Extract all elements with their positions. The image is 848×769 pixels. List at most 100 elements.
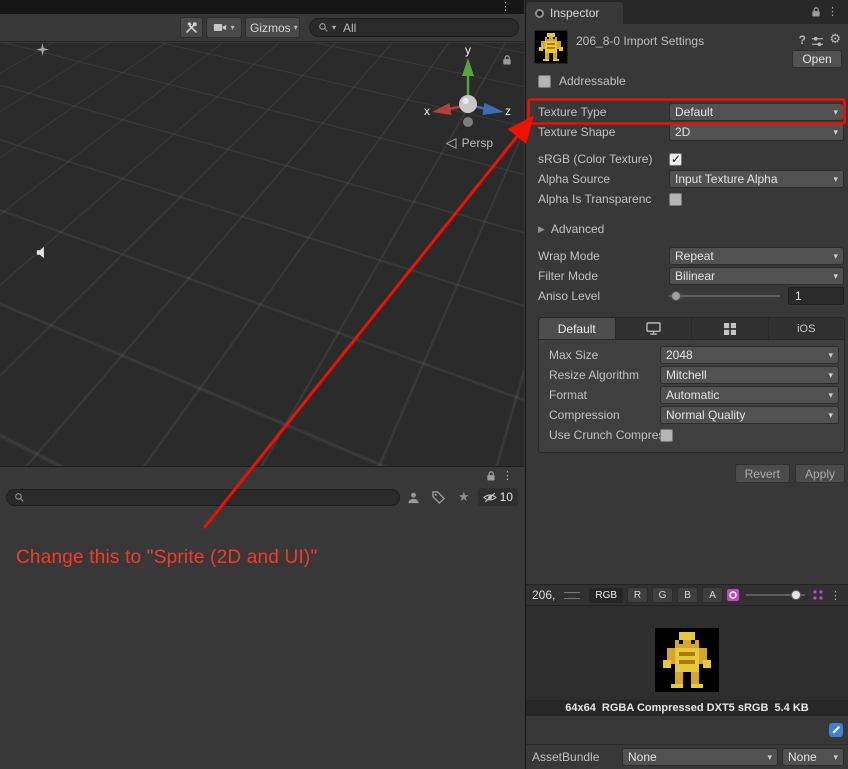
particle-gizmo-icon: [36, 43, 49, 56]
alpha-source-label: Alpha Source: [538, 172, 611, 186]
channel-a-button[interactable]: A: [702, 587, 724, 603]
texture-type-label: Texture Type: [538, 105, 607, 119]
platform-tab-windows[interactable]: [692, 318, 769, 339]
orientation-gizmo[interactable]: y x z: [422, 43, 514, 143]
slider-handle[interactable]: [671, 291, 681, 301]
mip-level-slider[interactable]: [746, 587, 805, 603]
gizmo-lock-icon[interactable]: [502, 54, 512, 66]
aniso-level-field[interactable]: 1: [788, 287, 844, 305]
max-size-dropdown[interactable]: 2048 ▾: [660, 346, 839, 364]
asset-thumbnail: [534, 30, 568, 64]
panel-lock-icon[interactable]: [486, 470, 496, 482]
scene-tab-strip: ⋮: [0, 0, 524, 14]
color-swatch-icon[interactable]: [727, 589, 740, 601]
tab-inspector[interactable]: Inspector: [526, 2, 623, 24]
apply-button-row: Revert Apply: [526, 464, 845, 483]
help-icon[interactable]: ?: [799, 33, 806, 47]
presets-icon[interactable]: [811, 36, 824, 47]
crunch-checkbox[interactable]: [660, 428, 673, 442]
gizmo-y-cone: [462, 58, 474, 76]
search-icon: [318, 22, 329, 33]
gizmo-x-label: x: [424, 104, 430, 118]
inspector-header: 206_8-0 Import Settings ? ⚙ Open: [526, 24, 848, 68]
scene-viewport[interactable]: y x z Persp: [0, 43, 524, 466]
alpha-transparency-checkbox[interactable]: [669, 192, 682, 206]
inspector-tabbar: Inspector ⋮: [526, 0, 848, 24]
gizmos-dropdown[interactable]: Gizmos ▾: [245, 17, 300, 38]
compression-label: Compression: [549, 408, 620, 422]
chevron-down-icon: ▾: [828, 389, 833, 400]
hidden-count: 10: [499, 490, 513, 504]
open-button[interactable]: Open: [792, 50, 842, 68]
platform-tab-standalone[interactable]: [616, 318, 692, 339]
panel-search-row: ★ 10: [0, 485, 524, 509]
unity-editor: ⋮ ▾ Gizmos ▾ ▾ All y x z Persp ⋮ ★ 10 Ch…: [0, 0, 848, 769]
channel-b-button[interactable]: B: [677, 587, 699, 603]
filter-mode-label: Filter Mode: [538, 269, 599, 283]
assetbundle-dropdown[interactable]: None ▾: [622, 748, 778, 766]
panel-menu-icon[interactable]: ⋮: [502, 469, 513, 482]
picking-icon[interactable]: [403, 488, 425, 506]
compression-dropdown[interactable]: Normal Quality ▾: [660, 406, 839, 424]
channel-rgb-button[interactable]: RGB: [589, 587, 624, 603]
alpha-source-dropdown[interactable]: Input Texture Alpha ▾: [669, 170, 844, 188]
preview-menu-icon[interactable]: ⋮: [828, 589, 843, 602]
assetbundle-variant-dropdown[interactable]: None ▾: [782, 748, 844, 766]
texture-shape-label: Texture Shape: [538, 125, 616, 139]
advanced-foldout[interactable]: ▶ Advanced: [526, 220, 848, 238]
platform-settings-box: Default iOS Max Size 2048 ▾ Resize Algor…: [538, 317, 845, 453]
platform-tabs: Default iOS: [539, 318, 844, 340]
assetbundle-row: AssetBundle None ▾ None ▾: [526, 744, 848, 769]
tag-icon[interactable]: [428, 488, 450, 506]
tools-button[interactable]: [180, 17, 203, 38]
apply-button[interactable]: Apply: [794, 464, 845, 483]
mipmap-icon[interactable]: [812, 589, 824, 601]
favorite-star-icon[interactable]: ★: [453, 488, 475, 506]
addressable-checkbox[interactable]: [538, 74, 551, 88]
preview-asset-name: 206,: [532, 588, 556, 602]
texture-shape-dropdown[interactable]: 2D ▾: [669, 123, 844, 141]
panel-search-input[interactable]: [6, 488, 400, 506]
inspector-lock-icon[interactable]: [811, 6, 821, 18]
filter-mode-dropdown[interactable]: Bilinear ▾: [669, 267, 844, 285]
chevron-down-icon: ▾: [833, 751, 838, 762]
gizmos-label: Gizmos: [250, 20, 291, 35]
chevron-down-icon: ▾: [828, 369, 833, 380]
annotation-text: Change this to "Sprite (2D and UI)": [16, 547, 318, 568]
scene-toolbar: ▾ Gizmos ▾ ▾ All: [0, 14, 524, 42]
scene-menu-icon[interactable]: ⋮: [500, 0, 511, 13]
inspector-menu-icon[interactable]: ⋮: [827, 5, 838, 18]
platform-tab-default[interactable]: Default: [539, 318, 616, 339]
revert-button[interactable]: Revert: [734, 464, 790, 483]
chevron-down-icon: ▾: [833, 106, 838, 117]
srgb-checkbox[interactable]: [669, 152, 682, 166]
resize-algorithm-dropdown[interactable]: Mitchell ▾: [660, 366, 839, 384]
channel-g-button[interactable]: G: [652, 587, 674, 603]
camera-dropdown[interactable]: ▾: [206, 17, 242, 38]
preview-drag-handle[interactable]: [564, 591, 581, 599]
preview-area: 64x64 RGBA Compressed DXT5 sRGB 5.4 KB: [526, 606, 848, 716]
camera-icon: [213, 22, 227, 33]
scene-search-input[interactable]: ▾ All: [309, 18, 519, 37]
texture-info-text: 64x64 RGBA Compressed DXT5 sRGB 5.4 KB: [526, 700, 848, 716]
gear-icon[interactable]: ⚙: [829, 31, 841, 47]
format-dropdown[interactable]: Automatic ▾: [660, 386, 839, 404]
texture-type-dropdown[interactable]: Default ▾: [669, 103, 844, 121]
aniso-level-row: Aniso Level 1: [526, 287, 848, 305]
aniso-level-slider[interactable]: [669, 287, 780, 305]
platform-tab-ios[interactable]: iOS: [769, 318, 845, 339]
audio-source-icon[interactable]: [35, 245, 50, 260]
preview-toolbar: 206, RGB R G B A ⋮: [526, 584, 848, 606]
max-size-row: Max Size 2048 ▾: [539, 346, 844, 364]
chevron-down-icon: ▾: [767, 751, 772, 762]
assetbundle-icon: [829, 723, 843, 737]
slider-handle[interactable]: [790, 590, 801, 600]
scene-pane: ⋮ ▾ Gizmos ▾ ▾ All y x z Persp ⋮ ★ 10 Ch…: [0, 0, 524, 769]
srgb-row: sRGB (Color Texture): [526, 150, 848, 168]
monitor-icon: [646, 322, 661, 335]
hidden-count-toggle[interactable]: 10: [477, 488, 518, 506]
wrap-mode-dropdown[interactable]: Repeat ▾: [669, 247, 844, 265]
channel-r-button[interactable]: R: [627, 587, 649, 603]
gizmo-center-sphere: [459, 95, 477, 113]
persp-control[interactable]: Persp: [445, 136, 493, 150]
